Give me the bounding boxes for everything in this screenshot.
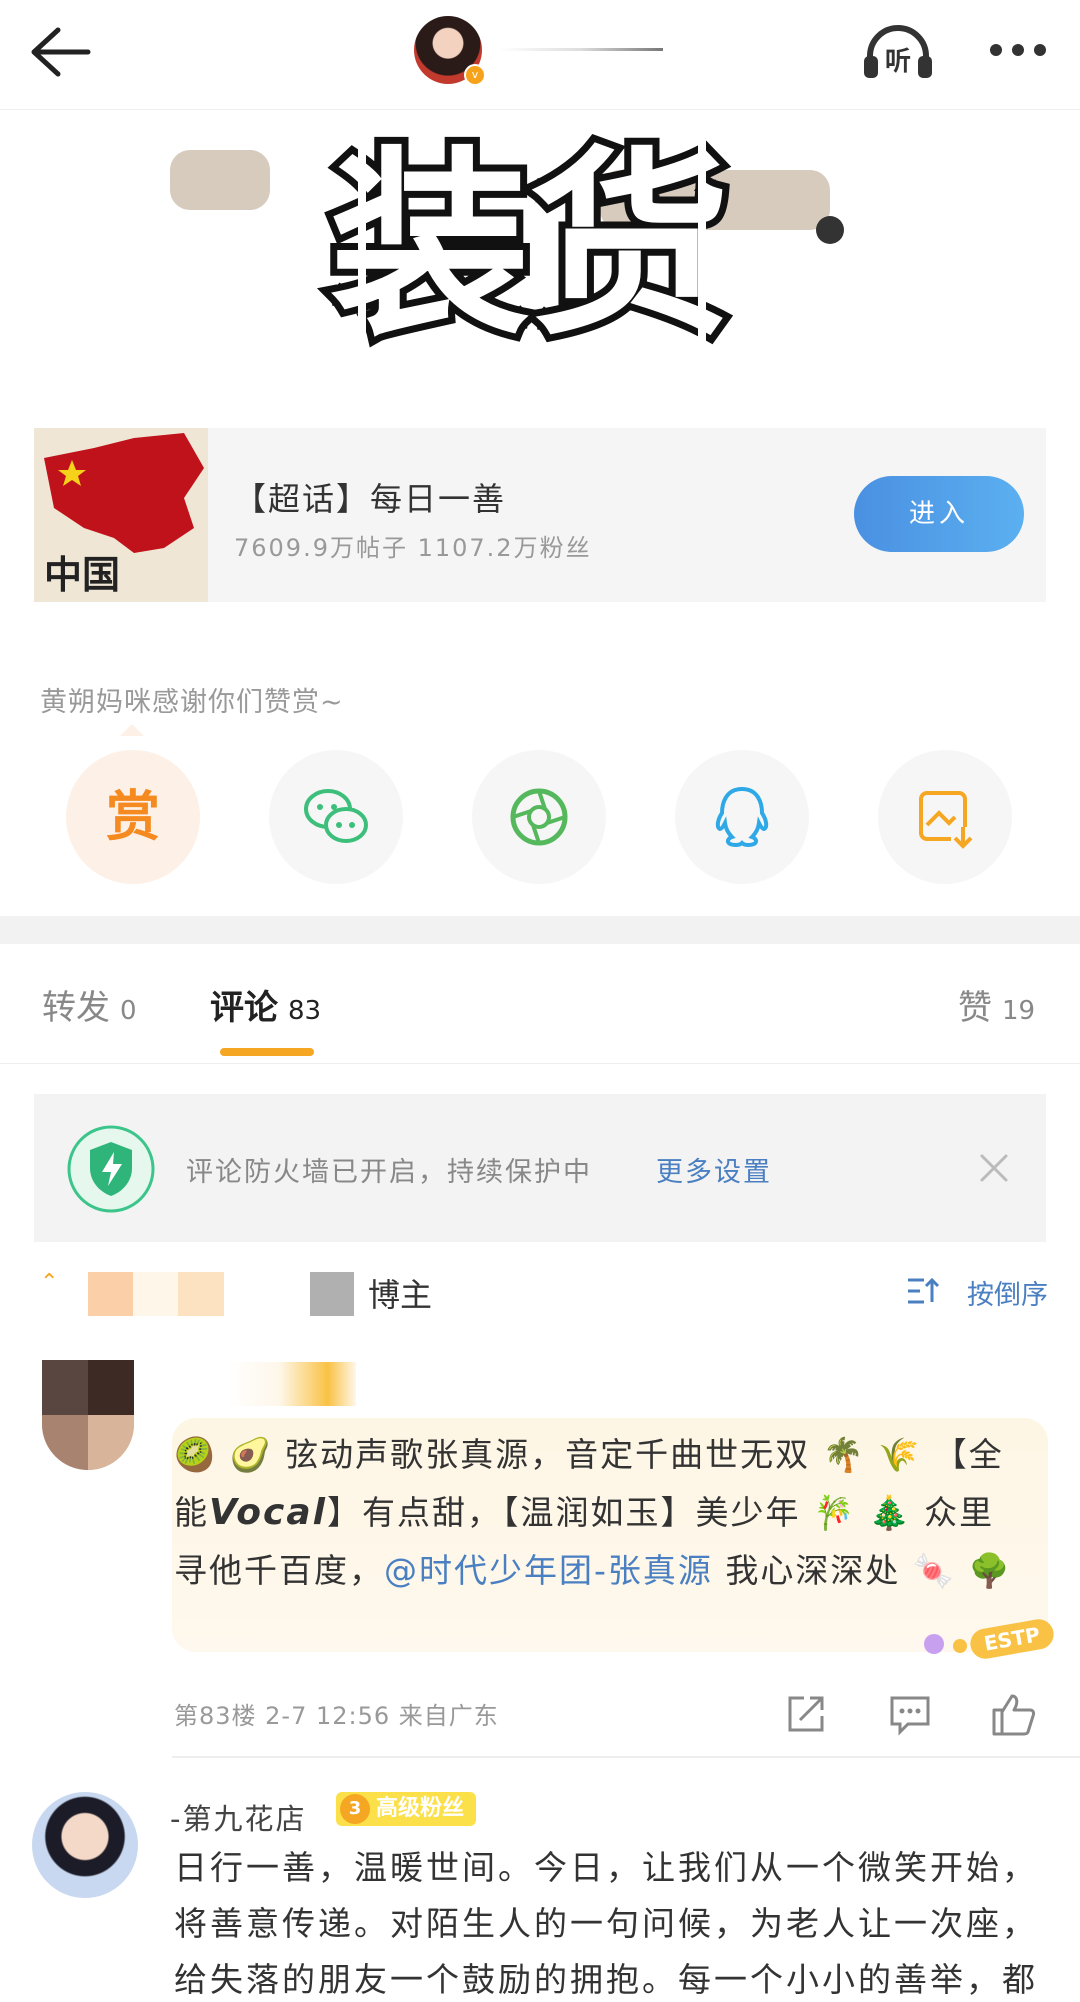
listen-icon[interactable]: 听 xyxy=(862,22,934,80)
firewall-more-settings-link[interactable]: 更多设置 xyxy=(656,1150,772,1189)
enter-button[interactable]: 进入 xyxy=(854,476,1024,552)
like-comment-button[interactable] xyxy=(990,1690,1038,1738)
qq-icon xyxy=(715,786,769,848)
tab-repost-label: 转发 xyxy=(42,988,110,1028)
comment-username-redacted[interactable] xyxy=(228,1362,356,1406)
reward-label: 赏 xyxy=(106,787,160,847)
verified-icon: v xyxy=(464,64,486,86)
tab-repost-count: 0 xyxy=(120,996,137,1026)
comment-text: 🥝 🥑 弦动声歌张真源，音定千曲世无双 🌴 🌾 【全能Vocal】有点甜，【温润… xyxy=(174,1426,1024,1600)
comment-avatar[interactable] xyxy=(32,1792,138,1898)
comment-text-part: 我心深深处 🍬 🌳 xyxy=(712,1551,1012,1590)
comment-divider xyxy=(172,1756,1080,1758)
tab-repost[interactable]: 转发 0 xyxy=(42,980,137,1029)
redacted-label xyxy=(88,1272,224,1316)
tab-comment-label: 评论 xyxy=(210,988,278,1028)
blogger-filter-label[interactable]: 博主 xyxy=(368,1270,432,1316)
reward-pointer xyxy=(120,724,144,736)
share-wechat-button[interactable] xyxy=(269,750,403,884)
comment-text-bold: Vocal xyxy=(209,1492,327,1533)
save-image-icon xyxy=(919,791,975,849)
pin-mark-icon: ⌃ xyxy=(40,1270,59,1295)
author-avatar[interactable]: v xyxy=(414,16,486,86)
estp-badge-text: ESTP xyxy=(982,1622,1042,1655)
comment-filter-row: ⌃ 博主 按倒序 xyxy=(0,1250,1080,1330)
share-qq-button[interactable] xyxy=(675,750,809,884)
tab-like-count: 19 xyxy=(1002,996,1036,1026)
topic-image: 中国 xyxy=(34,428,208,602)
reward-thanks-text: 黄朔妈咪感谢你们赞赏~ xyxy=(40,687,344,718)
estp-badge: ESTP xyxy=(924,1619,1054,1659)
comment-text: 日行一善，温暖世间。今日，让我们从一个微笑开始，将善意传递。对陌生人的一句问候，… xyxy=(174,1848,1038,1999)
fan-level-number: 3 xyxy=(340,1794,370,1824)
repost-comment-button[interactable] xyxy=(782,1690,830,1738)
topic-stats: 7609.9万帖子 1107.2万粉丝 xyxy=(234,534,592,562)
fan-badge-label: 高级粉丝 xyxy=(376,1796,465,1821)
sticker-text: 装货 xyxy=(330,130,730,363)
top-bar: v 听 xyxy=(0,0,1080,110)
author-name-redacted xyxy=(498,48,663,51)
close-icon[interactable] xyxy=(978,1152,1010,1184)
repost-icon xyxy=(788,1696,824,1732)
tab-comment-count: 83 xyxy=(288,996,322,1026)
firewall-status-text: 评论防火墙已开启，持续保护中 xyxy=(186,1157,592,1188)
sticker-image[interactable]: 装货 xyxy=(170,110,890,370)
fan-level-badge: 3 高级粉丝 xyxy=(336,1792,477,1826)
moments-icon xyxy=(510,788,568,846)
comment-icon xyxy=(890,1696,930,1736)
comment-firewall-banner: 评论防火墙已开启，持续保护中 更多设置 xyxy=(34,1094,1046,1242)
tab-active-indicator xyxy=(220,1048,314,1056)
comment-meta: 第83楼 2-7 12:56 来自广东 xyxy=(174,1702,499,1730)
china-map-icon: 中国 xyxy=(34,428,208,602)
shield-icon xyxy=(67,1125,155,1213)
tab-bar: 转发 0 评论 83 赞 19 xyxy=(0,944,1080,1064)
section-gap xyxy=(0,916,1080,944)
save-image-button[interactable] xyxy=(878,750,1012,884)
back-arrow-icon[interactable] xyxy=(28,26,92,78)
tab-like-label: 赞 xyxy=(958,988,992,1028)
super-topic-card[interactable]: 中国 【超话】每日一善 7609.9万帖子 1107.2万粉丝 进入 xyxy=(34,428,1046,602)
thumbs-up-icon xyxy=(992,1694,1036,1736)
tab-comment[interactable]: 评论 83 xyxy=(210,980,321,1029)
listen-label: 听 xyxy=(885,47,911,77)
comment-avatar[interactable] xyxy=(42,1360,134,1470)
topic-title: 【超话】每日一善 xyxy=(234,480,507,518)
share-moments-button[interactable] xyxy=(472,750,606,884)
comment-mention-link[interactable]: @时代少年团-张真源 xyxy=(384,1551,713,1590)
redacted-avatar xyxy=(310,1272,354,1316)
topic-image-caption: 中国 xyxy=(44,552,120,597)
reply-comment-button[interactable] xyxy=(886,1690,934,1738)
wechat-icon xyxy=(304,789,368,843)
more-options-icon[interactable] xyxy=(988,42,1048,58)
sort-order-button[interactable]: 按倒序 xyxy=(908,1272,1048,1312)
share-row: 赏 xyxy=(66,750,1026,884)
comment-username[interactable]: -第九花店 xyxy=(170,1796,306,1838)
reward-button[interactable]: 赏 xyxy=(66,750,200,884)
tab-like[interactable]: 赞 19 xyxy=(958,980,1035,1029)
